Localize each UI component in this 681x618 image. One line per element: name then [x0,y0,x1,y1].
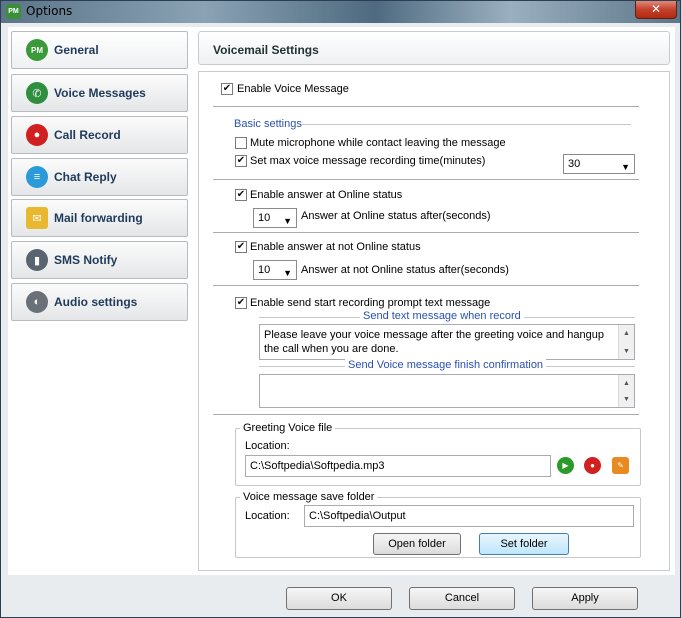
app-icon: PM [6,4,21,19]
play-icon[interactable]: ▶ [557,457,574,474]
enable-prompt-checkbox[interactable]: ✔ [235,297,247,309]
set-folder-button[interactable]: Set folder [479,533,569,555]
mute-microphone-label: Mute microphone while contact leaving th… [250,137,506,149]
sidebar-item-mail-forwarding[interactable]: ✉ Mail forwarding [11,199,188,237]
basic-settings-line [301,124,631,125]
record-icon[interactable]: ● [584,457,601,474]
greeting-location-input[interactable]: C:\Softpedia\Softpedia.mp3 [245,455,551,477]
browse-icon[interactable]: ✎ [612,457,629,474]
enable-voice-message-label: Enable Voice Message [237,83,349,95]
send-text-textarea[interactable]: Please leave your voice message after th… [259,324,635,360]
chevron-down-icon: ▼ [283,216,292,226]
sidebar-item-voice-messages[interactable]: ✆ Voice Messages [11,74,188,112]
save-location-value: C:\Softpedia\Output [309,510,406,522]
sidebar-item-label: General [54,43,99,57]
window-title: Options [26,4,73,18]
options-window: PM Options ✕ PM General ✆ Voice Messages… [0,0,681,618]
enable-not-online-label: Enable answer at not Online status [250,241,421,253]
enable-prompt-label: Enable send start recording prompt text … [250,297,491,309]
divider [213,179,639,180]
close-button[interactable]: ✕ [635,1,677,19]
sidebar-item-label: Audio settings [54,295,138,309]
send-text-value: Please leave your voice message after th… [264,329,604,355]
sidebar-item-general[interactable]: PM General [11,31,188,69]
chevron-down-icon: ▼ [283,268,292,278]
online-after-label: Answer at Online status after(seconds) [301,210,491,222]
enable-voice-message-checkbox[interactable]: ✔ [221,83,233,95]
cancel-button[interactable]: Cancel [409,587,515,610]
mail-icon: ✉ [26,207,48,229]
sms-icon: ▮ [26,249,48,271]
voicemail-settings-panel: ✔ Enable Voice Message Basic settings Mu… [198,71,670,571]
greeting-location-label: Location: [245,440,290,452]
max-time-value: 30 [568,158,581,170]
enable-not-online-checkbox[interactable]: ✔ [235,241,247,253]
scroll-up-icon[interactable]: ▲ [619,377,634,389]
save-location-label: Location: [245,510,290,522]
sidebar-item-audio-settings[interactable]: ◐ Audio settings [11,283,188,321]
set-max-time-label: Set max voice message recording time(min… [250,155,486,167]
title-bar[interactable]: PM Options ✕ [1,1,680,23]
chat-icon: ≡ [26,166,48,188]
finish-scrollbar[interactable]: ▲ ▼ [618,375,634,407]
enable-online-label: Enable answer at Online status [250,189,403,201]
sidebar-item-label: Mail forwarding [54,211,143,225]
apply-button[interactable]: Apply [532,587,638,610]
greeting-voice-title: Greeting Voice file [240,422,336,434]
scroll-down-icon[interactable]: ▼ [619,345,634,357]
sidebar-item-label: SMS Notify [54,253,118,267]
send-text-title: Send text message when record [360,310,524,322]
sidebar-item-label: Call Record [54,128,121,142]
not-online-seconds-value: 10 [258,264,271,276]
ok-button[interactable]: OK [286,587,392,610]
panel-header: Voicemail Settings [198,31,670,65]
panel-title: Voicemail Settings [213,43,319,57]
divider [213,285,639,286]
open-folder-button[interactable]: Open folder [373,533,461,555]
send-text-scrollbar[interactable]: ▲ ▼ [618,325,634,359]
record-icon: ● [26,124,48,146]
finish-title: Send Voice message finish confirmation [345,359,547,371]
sidebar-item-call-record[interactable]: ● Call Record [11,116,188,154]
online-seconds-select[interactable]: 10 ▼ [253,208,297,228]
mute-microphone-checkbox[interactable] [235,137,247,149]
not-online-seconds-select[interactable]: 10 ▼ [253,260,297,280]
chevron-down-icon: ▼ [621,162,630,172]
sidebar-item-chat-reply[interactable]: ≡ Chat Reply [11,158,188,196]
speaker-icon: ◐ [26,291,48,313]
divider [213,106,639,107]
pm-icon: PM [26,39,48,61]
phone-icon: ✆ [26,82,48,104]
max-time-select[interactable]: 30 ▼ [563,154,635,174]
greeting-location-value: C:\Softpedia\Softpedia.mp3 [250,460,385,472]
client-area: PM General ✆ Voice Messages ● Call Recor… [8,27,675,575]
enable-online-checkbox[interactable]: ✔ [235,189,247,201]
online-seconds-value: 10 [258,212,271,224]
divider [213,232,639,233]
save-location-input[interactable]: C:\Softpedia\Output [304,505,634,527]
scroll-down-icon[interactable]: ▼ [619,393,634,405]
set-max-time-checkbox[interactable]: ✔ [235,155,247,167]
sidebar-item-label: Chat Reply [54,170,117,184]
divider [213,414,639,415]
not-online-after-label: Answer at not Online status after(second… [301,264,509,276]
finish-textarea[interactable]: ▲ ▼ [259,374,635,408]
scroll-up-icon[interactable]: ▲ [619,327,634,339]
sidebar-item-label: Voice Messages [54,86,146,100]
basic-settings-title: Basic settings [234,118,302,130]
save-folder-title: Voice message save folder [240,491,378,503]
sidebar-item-sms-notify[interactable]: ▮ SMS Notify [11,241,188,279]
